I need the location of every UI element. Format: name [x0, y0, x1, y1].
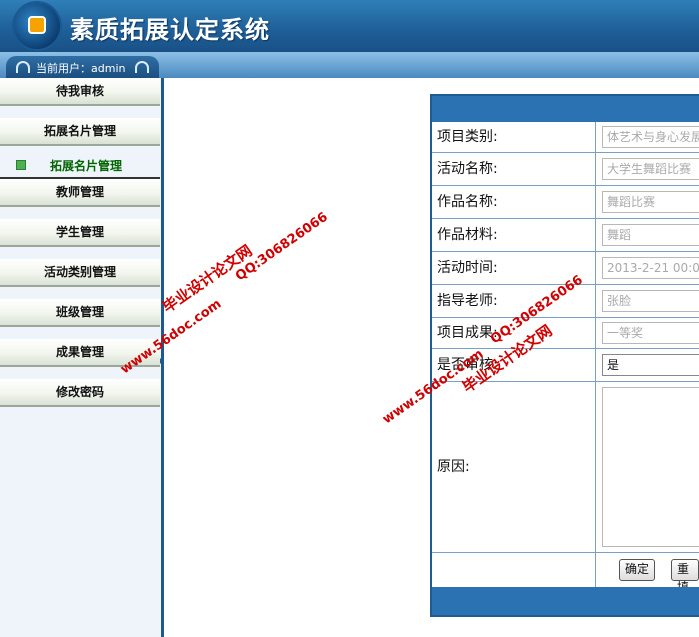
- app-logo: [14, 3, 60, 49]
- category-field: 体艺术与身心发展: [602, 126, 699, 148]
- form-row-reason: 原因:: [432, 382, 699, 553]
- form-row-result: 项目成果: 一等奖: [432, 318, 699, 349]
- form-row-category: 项目类别: 体艺术与身心发展: [432, 122, 699, 153]
- arrow-right-icon: [16, 160, 26, 170]
- sidebar-item-change-password[interactable]: 修改密码: [0, 379, 160, 407]
- app-title: 素质拓展认定系统: [70, 15, 270, 44]
- sidebar-item-class-management[interactable]: 班级管理: [0, 299, 160, 327]
- sidebar-item-pending-review[interactable]: 待我审核: [0, 78, 160, 106]
- current-user-badge: 当前用户：admin: [6, 56, 159, 78]
- sidebar-item-student-management[interactable]: 学生管理: [0, 219, 160, 247]
- form-row-activity-name: 活动名称: 大学生舞蹈比赛: [432, 153, 699, 186]
- reset-button[interactable]: 重填: [671, 559, 699, 594]
- actions-label-cell: [432, 553, 596, 587]
- app-header: 素质拓展认定系统: [0, 0, 699, 52]
- work-name-field: 舞蹈比赛: [602, 191, 699, 213]
- field-label: 作品名称:: [432, 186, 596, 218]
- activity-time-field: 2013-2-21 00:00:00: [602, 257, 699, 279]
- reason-textarea[interactable]: [602, 387, 699, 547]
- field-label: 原因:: [432, 382, 596, 552]
- review-status-select[interactable]: 是: [602, 354, 699, 376]
- field-label: 项目类别:: [432, 122, 596, 152]
- sidebar-subitem-label: 拓展名片管理: [50, 159, 123, 173]
- work-material-field: 舞蹈: [602, 224, 699, 246]
- tab-corner-icon: [16, 61, 30, 73]
- sidebar-item-card-management[interactable]: 拓展名片管理: [0, 118, 160, 146]
- form-row-actions: 确定 重填: [432, 553, 699, 594]
- sidebar-item-teacher-management[interactable]: 教师管理: [0, 179, 160, 207]
- activity-name-field: 大学生舞蹈比赛: [602, 158, 699, 180]
- form-header-bar: [432, 96, 699, 122]
- form-footer-bar: [432, 587, 699, 615]
- instructor-field: 张脸: [602, 290, 699, 312]
- confirm-button[interactable]: 确定: [619, 559, 656, 581]
- form-row-work-material: 作品材料: 舞蹈: [432, 219, 699, 252]
- field-label: 活动名称:: [432, 153, 596, 185]
- current-user-text: 当前用户：admin: [36, 62, 126, 75]
- sidebar-item-activity-category-management[interactable]: 活动类别管理: [0, 259, 160, 287]
- form-row-work-name: 作品名称: 舞蹈比赛: [432, 186, 699, 219]
- field-label: 作品材料:: [432, 219, 596, 251]
- tab-corner-icon: [135, 61, 149, 73]
- result-field: 一等奖: [602, 322, 699, 344]
- sidebar-subitem-card-management[interactable]: 拓展名片管理: [0, 153, 160, 179]
- user-bar: 当前用户：admin: [0, 52, 699, 78]
